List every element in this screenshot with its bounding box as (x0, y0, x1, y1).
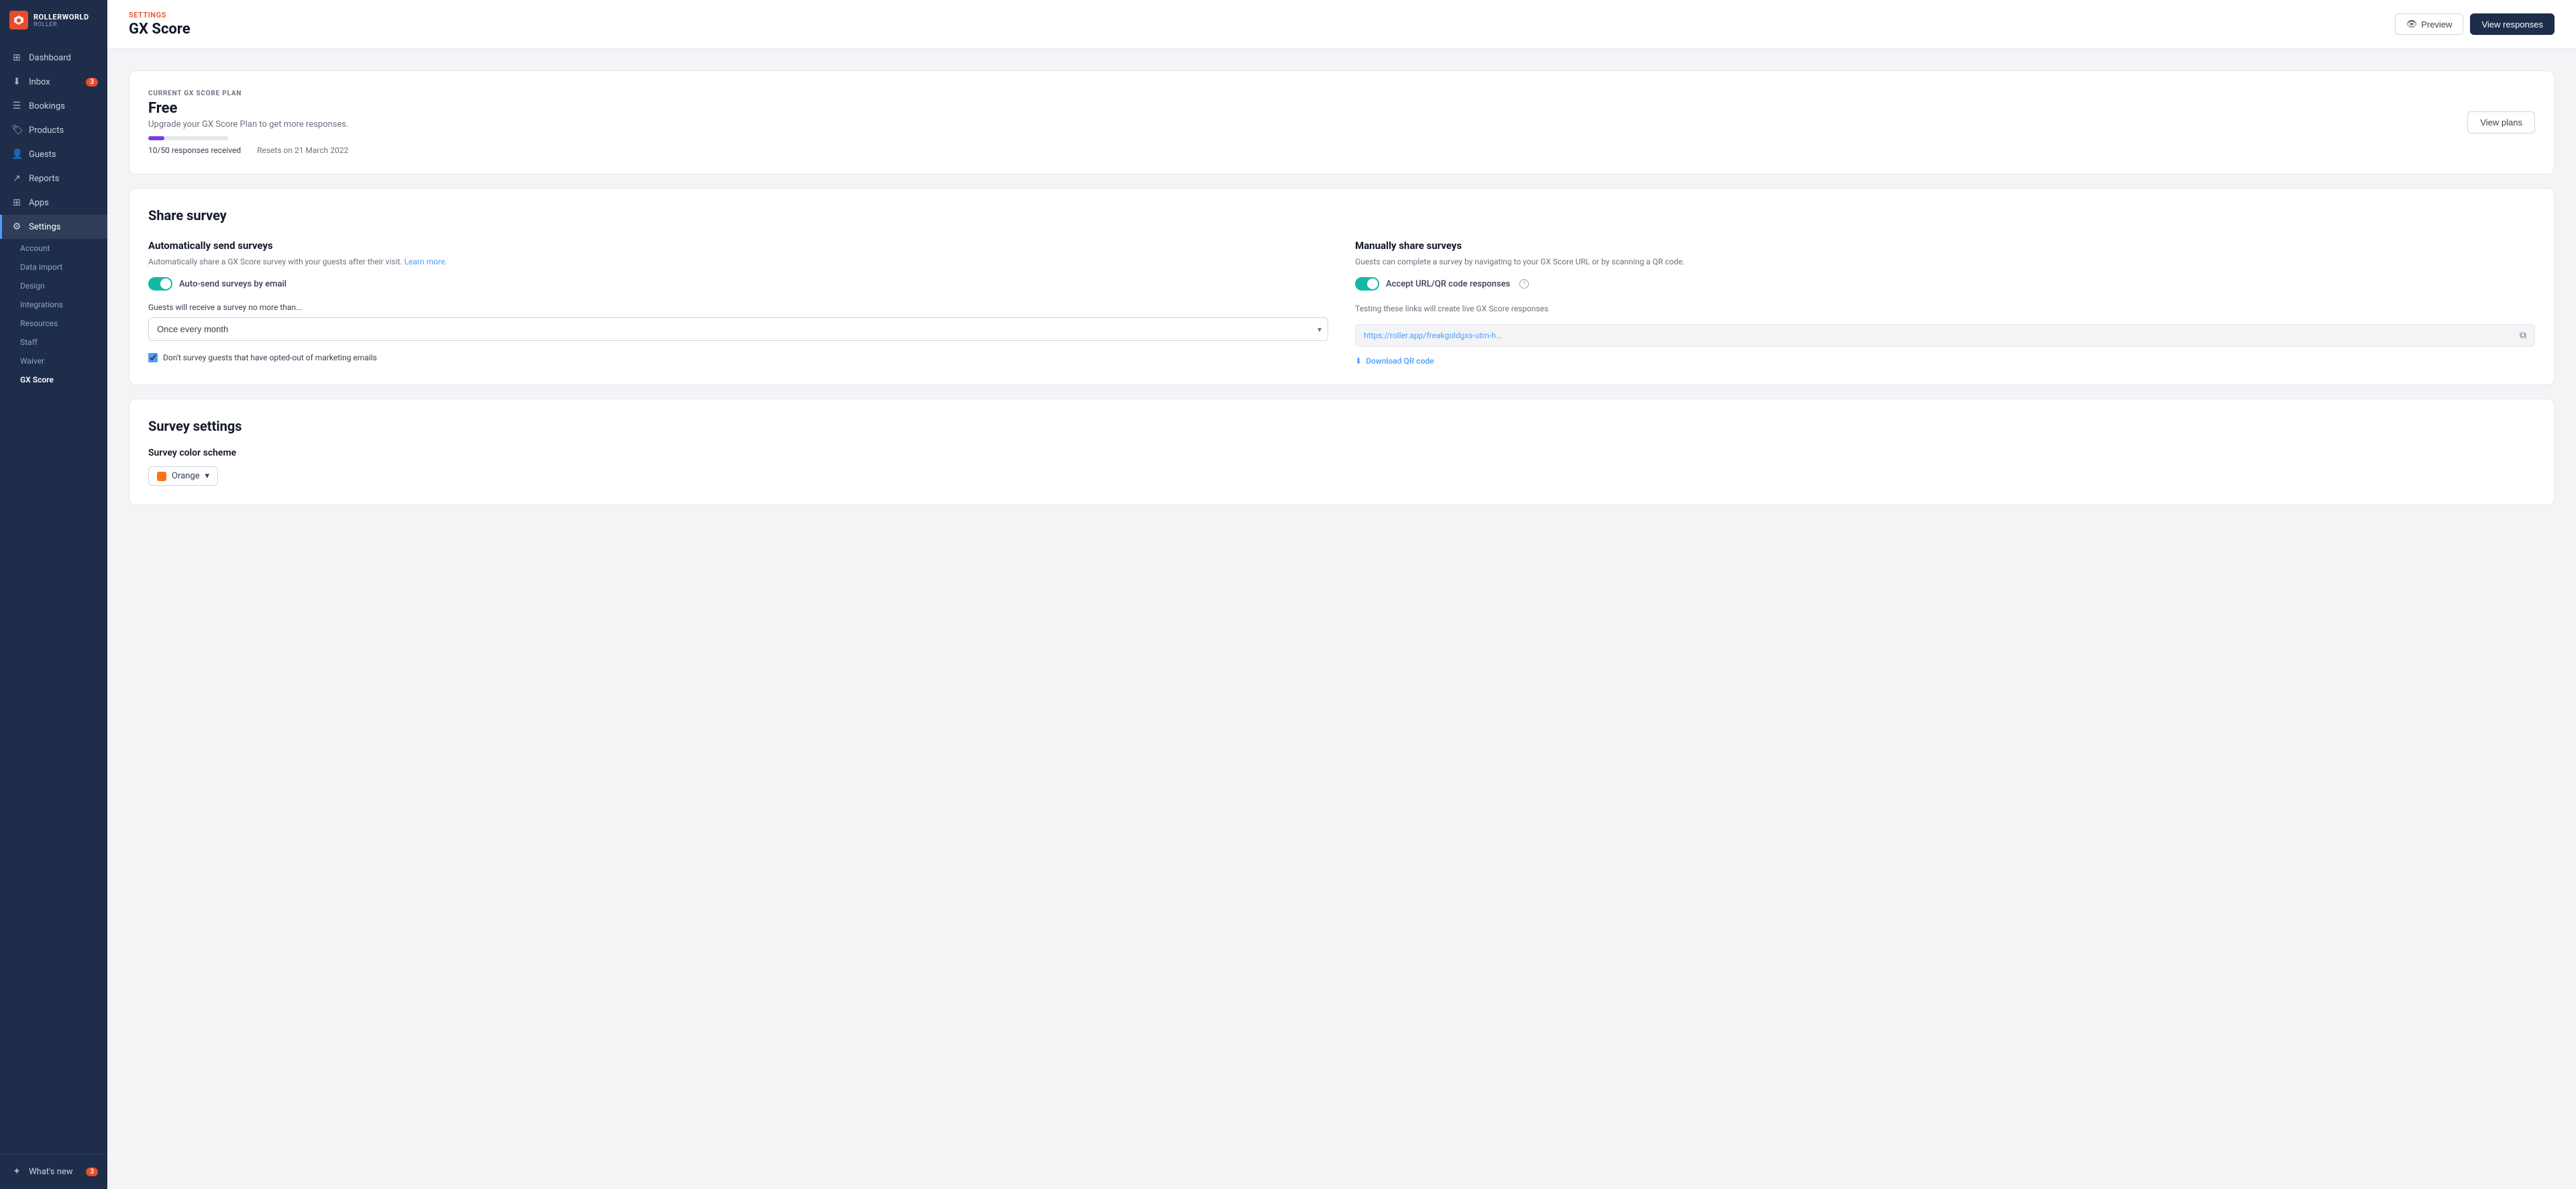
download-qr-button[interactable]: ⬇ Download QR code (1355, 356, 2535, 366)
color-scheme-label: Survey color scheme (148, 448, 2535, 458)
dashboard-icon: ⊞ (11, 52, 22, 63)
inbox-icon: ⬇ (11, 76, 22, 87)
help-icon[interactable]: ? (1519, 279, 1529, 289)
page-header: SETTINGS GX Score 👁 Preview View respons… (107, 0, 2576, 49)
survey-settings-title: Survey settings (148, 418, 2535, 434)
sub-nav-integrations[interactable]: Integrations (0, 295, 107, 314)
inbox-badge: 3 (86, 78, 98, 87)
url-box: https://roller.app/freakgoldgxs-utm-h...… (1355, 324, 2535, 347)
view-plans-button[interactable]: View plans (2467, 111, 2535, 134)
plan-description: Upgrade your GX Score Plan to get more r… (148, 119, 2451, 130)
sidebar-item-products[interactable]: 🏷 Products (0, 118, 107, 142)
url-qr-toggle-label: Accept URL/QR code responses (1386, 279, 1510, 289)
auto-send-section: Automatically send surveys Automatically… (148, 240, 1328, 366)
download-icon: ⬇ (1355, 356, 1362, 366)
opt-out-checkbox-row: Don't survey guests that have opted-out … (148, 352, 1328, 364)
url-text: https://roller.app/freakgoldgxs-utm-h... (1364, 331, 2514, 340)
sidebar-item-label: Bookings (29, 101, 65, 111)
whats-new-icon: ✦ (11, 1166, 22, 1177)
reports-icon: ↗ (11, 173, 22, 184)
view-responses-button[interactable]: View responses (2470, 13, 2555, 35)
opt-out-checkbox[interactable] (148, 353, 158, 362)
auto-send-title: Automatically send surveys (148, 240, 1328, 252)
sidebar-item-inbox[interactable]: ⬇ Inbox 3 (0, 70, 107, 94)
color-chevron-icon: ▾ (205, 471, 210, 481)
sidebar-item-reports[interactable]: ↗ Reports (0, 166, 107, 191)
manual-share-desc: Guests can complete a survey by navigati… (1355, 256, 2535, 268)
plan-name: Free (148, 100, 2451, 117)
sub-nav-resources[interactable]: Resources (0, 314, 107, 333)
learn-more-link[interactable]: Learn more. (405, 257, 447, 266)
frequency-select[interactable]: Once every week Once every month Once ev… (148, 317, 1328, 341)
opt-out-label: Don't survey guests that have opted-out … (163, 352, 377, 364)
settings-breadcrumb: SETTINGS (129, 11, 191, 19)
color-scheme-selector[interactable]: Orange ▾ (148, 466, 218, 486)
testing-notice: Testing these links will create live GX … (1355, 303, 2535, 315)
share-survey-card: Share survey Automatically send surveys … (129, 188, 2555, 385)
sidebar-item-label: Guests (29, 150, 56, 160)
sub-nav-design[interactable]: Design (0, 276, 107, 295)
main-content: SETTINGS GX Score 👁 Preview View respons… (107, 0, 2576, 1189)
sidebar-item-guests[interactable]: 👤 Guests (0, 142, 107, 166)
auto-send-toggle[interactable] (148, 277, 172, 291)
page-content: CURRENT GX SCORE PLAN Free Upgrade your … (107, 49, 2576, 1189)
plan-progress-fill (148, 136, 164, 140)
copy-icon[interactable]: ⧉ (2520, 330, 2526, 341)
sidebar-item-settings[interactable]: ⚙ Settings (0, 215, 107, 239)
whats-new-badge: 3 (86, 1168, 98, 1176)
sidebar-item-label: Dashboard (29, 53, 71, 63)
frequency-label: Guests will receive a survey no more tha… (148, 303, 1328, 312)
sidebar-item-apps[interactable]: ⊞ Apps (0, 191, 107, 215)
plan-label: CURRENT GX SCORE PLAN (148, 90, 2451, 97)
sidebar-nav: ⊞ Dashboard ⬇ Inbox 3 ☰ Bookings 🏷 Produ… (0, 40, 107, 1153)
preview-eye-icon: 👁 (2406, 19, 2418, 30)
products-icon: 🏷 (11, 125, 22, 136)
header-actions: 👁 Preview View responses (2395, 13, 2555, 35)
sub-nav-account[interactable]: Account (0, 239, 107, 258)
url-qr-toggle[interactable] (1355, 277, 1379, 291)
sidebar-item-label: What's new (29, 1167, 73, 1177)
manual-share-title: Manually share surveys (1355, 240, 2535, 252)
auto-send-toggle-label: Auto-send surveys by email (179, 279, 286, 289)
color-swatch (157, 472, 166, 481)
plan-progress-bar (148, 136, 229, 140)
sidebar-bottom: ✦ What's new 3 (0, 1153, 107, 1189)
sub-nav-staff[interactable]: Staff (0, 333, 107, 352)
sidebar-item-bookings[interactable]: ☰ Bookings (0, 94, 107, 118)
share-survey-title: Share survey (148, 207, 2535, 223)
sidebar: ROLLERWORLD ROLLER ⊞ Dashboard ⬇ Inbox 3… (0, 0, 107, 1189)
app-sub: ROLLER (34, 21, 89, 28)
guests-icon: 👤 (11, 149, 22, 160)
sidebar-item-label: Settings (29, 222, 60, 232)
settings-sub-nav: Account Data import Design Integrations … (0, 239, 107, 389)
app-name: ROLLERWORLD (34, 13, 89, 21)
sidebar-item-label: Apps (29, 198, 49, 208)
sidebar-item-whats-new[interactable]: ✦ What's new 3 (0, 1159, 107, 1184)
sub-nav-waiver[interactable]: Waiver (0, 352, 107, 370)
plan-responses: 10/50 responses received (148, 146, 241, 155)
manual-share-section: Manually share surveys Guests can comple… (1355, 240, 2535, 366)
sidebar-item-label: Inbox (29, 77, 50, 87)
sub-nav-data-import[interactable]: Data import (0, 258, 107, 276)
manual-toggle-row: Accept URL/QR code responses ? (1355, 277, 2535, 291)
color-value: Orange (172, 471, 200, 481)
auto-send-desc: Automatically share a GX Score survey wi… (148, 256, 1328, 268)
plan-resets: Resets on 21 March 2022 (257, 146, 348, 155)
survey-settings-card: Survey settings Survey color scheme Oran… (129, 399, 2555, 505)
page-title: GX Score (129, 21, 191, 38)
settings-icon: ⚙ (11, 221, 22, 232)
sidebar-item-dashboard[interactable]: ⊞ Dashboard (0, 46, 107, 70)
auto-send-toggle-row: Auto-send surveys by email (148, 277, 1328, 291)
sidebar-item-label: Reports (29, 174, 59, 184)
logo: ROLLERWORLD ROLLER (0, 0, 107, 40)
sidebar-item-label: Products (29, 125, 64, 136)
preview-button[interactable]: 👁 Preview (2395, 13, 2464, 35)
logo-icon (9, 11, 28, 30)
sub-nav-gx-score[interactable]: GX Score (0, 370, 107, 389)
apps-icon: ⊞ (11, 197, 22, 208)
plan-card: CURRENT GX SCORE PLAN Free Upgrade your … (129, 70, 2555, 174)
bookings-icon: ☰ (11, 101, 22, 111)
frequency-select-wrap: Once every week Once every month Once ev… (148, 317, 1328, 341)
